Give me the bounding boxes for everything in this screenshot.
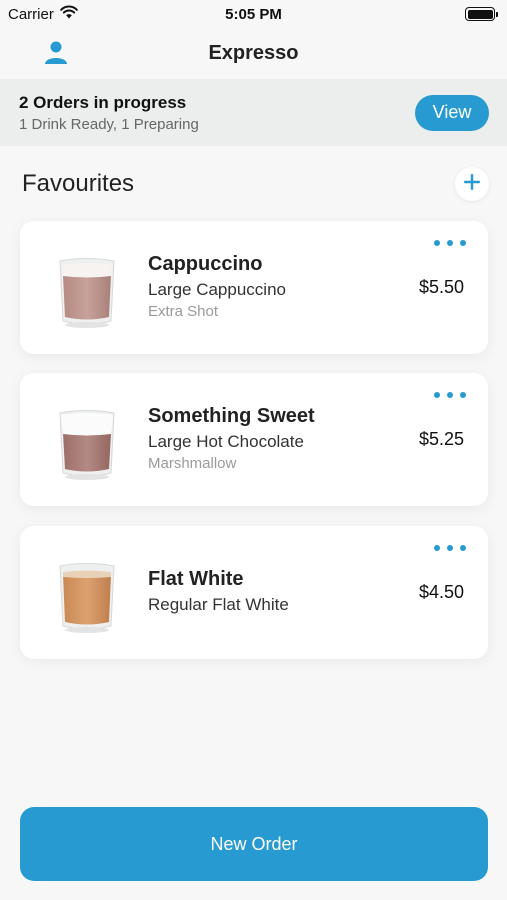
view-orders-button[interactable]: View — [415, 94, 489, 131]
favourite-card[interactable]: Cappuccino Large Cappuccino Extra Shot $… — [20, 221, 488, 354]
drink-description: Large Hot Chocolate — [148, 432, 304, 451]
battery-fill — [467, 9, 493, 19]
plus-icon — [463, 173, 481, 196]
cappuccino-cup-icon — [56, 255, 118, 329]
order-status-subtitle: 1 Drink Ready, 1 Preparing — [19, 115, 199, 133]
order-status-banner: 2 Orders in progress 1 Drink Ready, 1 Pr… — [0, 79, 507, 146]
new-order-button[interactable]: New Order — [20, 807, 488, 881]
profile-button[interactable] — [42, 40, 70, 68]
drink-description: Regular Flat White — [148, 595, 289, 614]
more-dot — [434, 392, 440, 398]
more-options-button[interactable] — [434, 387, 466, 403]
more-dot — [460, 545, 466, 551]
drink-extra: Marshmallow — [148, 455, 237, 472]
add-favourite-button[interactable] — [455, 167, 489, 201]
battery-icon — [465, 7, 498, 21]
drink-price: $4.50 — [418, 582, 464, 602]
hot-chocolate-cup-icon — [56, 407, 118, 481]
drink-name: Flat White — [148, 568, 244, 590]
favourites-header: Favourites — [22, 164, 489, 204]
more-dot — [447, 545, 453, 551]
drink-name: Cappuccino — [148, 253, 263, 275]
card-text: Flat White Regular Flat White — [148, 568, 289, 615]
drink-description: Large Cappuccino — [148, 280, 286, 299]
page-title: Expresso — [208, 41, 299, 64]
order-status-text: 2 Orders in progress 1 Drink Ready, 1 Pr… — [19, 93, 199, 133]
more-dot — [460, 392, 466, 398]
status-bar: Carrier 5:05 PM — [0, 0, 507, 28]
status-left: Carrier — [8, 5, 78, 23]
carrier-label: Carrier — [8, 5, 54, 23]
drink-price: $5.25 — [418, 429, 464, 449]
person-icon — [43, 39, 69, 70]
more-dot — [434, 240, 440, 246]
more-dot — [460, 240, 466, 246]
drink-price: $5.50 — [418, 277, 464, 297]
favourites-title: Favourites — [22, 170, 135, 197]
card-text: Cappuccino Large Cappuccino Extra Shot — [148, 253, 286, 320]
order-status-title: 2 Orders in progress — [19, 92, 187, 112]
favourite-card[interactable]: Something Sweet Large Hot Chocolate Mars… — [20, 373, 488, 506]
more-dot — [447, 392, 453, 398]
more-options-button[interactable] — [434, 540, 466, 556]
more-dot — [434, 545, 440, 551]
favourite-card[interactable]: Flat White Regular Flat White $4.50 — [20, 526, 488, 659]
wifi-icon — [60, 5, 78, 23]
more-options-button[interactable] — [434, 235, 466, 251]
drink-name: Something Sweet — [148, 405, 315, 427]
card-text: Something Sweet Large Hot Chocolate Mars… — [148, 405, 315, 472]
more-dot — [447, 240, 453, 246]
flat-white-cup-icon — [56, 560, 118, 634]
drink-extra: Extra Shot — [148, 303, 219, 320]
nav-bar: Expresso — [0, 28, 507, 78]
